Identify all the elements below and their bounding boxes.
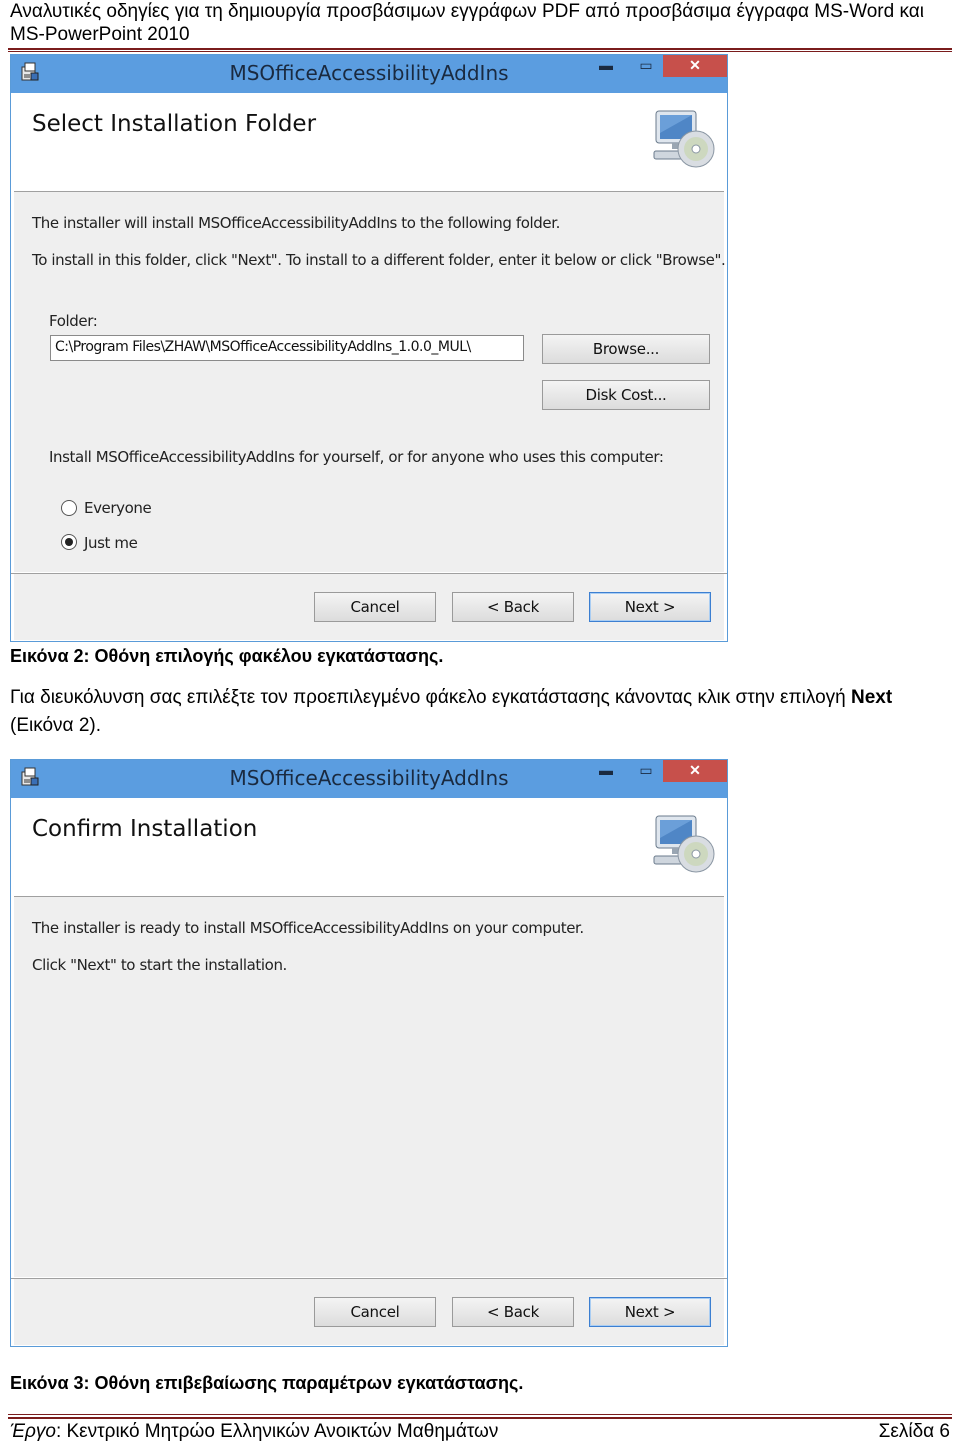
folder-input[interactable]: C:\Program Files\ZHAW\MSOfficeAccessibil… [50,335,524,361]
computer-cd-icon [653,110,715,168]
minimize-icon[interactable]: ▬ [591,760,621,782]
back-button[interactable]: < Back [452,592,574,622]
disk-cost-button[interactable]: Disk Cost... [542,380,710,410]
maximize-icon[interactable]: ▭ [631,760,661,782]
installer-dialog-confirm: MSOfficeAccessibilityAddIns ▬ ▭ ✕ Confir… [10,759,728,1347]
dialog-banner: Confirm Installation [14,798,724,897]
folder-label: Folder: [49,312,98,330]
minimize-icon[interactable]: ▬ [591,55,621,77]
info-line-2: Click "Next" to start the installation. [32,956,287,974]
installer-dialog-select-folder: MSOfficeAccessibilityAddIns ▬ ▭ ✕ Select… [10,54,728,642]
figure-caption-3: Εικόνα 3: Οθόνη επιβεβαίωσης παραμέτρων … [10,1373,524,1393]
info-line-2: To install in this folder, click "Next".… [32,251,726,269]
info-line-1: The installer is ready to install MSOffi… [32,919,584,937]
cancel-button[interactable]: Cancel [314,592,436,622]
maximize-icon[interactable]: ▭ [631,55,661,77]
header-rule [8,48,952,50]
page-number: Σελίδα 6 [878,1421,950,1442]
radio-everyone[interactable] [61,500,77,516]
dialog-banner: Select Installation Folder [14,93,724,192]
next-button[interactable]: Next > [589,592,711,622]
close-icon[interactable]: ✕ [663,55,727,77]
figure-caption-2: Εικόνα 2: Οθόνη επιλογής φακέλου εγκατάσ… [10,646,444,666]
next-button[interactable]: Next > [589,1297,711,1327]
back-button[interactable]: < Back [452,1297,574,1327]
dialog-body: The installer will install MSOfficeAcces… [14,192,726,572]
button-row: Cancel < Back Next > [14,574,724,640]
dialog-heading: Confirm Installation [32,816,258,842]
page-header: Αναλυτικές οδηγίες για τη δημιουργία προ… [10,1,924,45]
footer-rule-thick [8,1417,952,1419]
browse-button[interactable]: Browse... [542,334,710,364]
computer-cd-icon [653,815,715,873]
radio-just-me[interactable] [61,534,77,550]
paragraph-bold-next: Next [850,687,893,708]
header-rule-thin [8,51,952,52]
close-icon[interactable]: ✕ [663,760,727,782]
footer-rule [8,1414,952,1415]
footer-project-text: : Κεντρικό Μητρώο Ελληνικών Ανοικτών Μαθ… [55,1421,499,1442]
instruction-paragraph: Για διευκόλυνση σας επιλέξτε τον προεπιλ… [10,684,950,740]
paragraph-text: Για διευκόλυνση σας επιλέξτε τον προεπιλ… [10,687,851,708]
window-titlebar[interactable]: MSOfficeAccessibilityAddIns ▬ ▭ ✕ [11,760,727,798]
footer-project-label: Έργο [10,1421,56,1442]
install-scope-text: Install MSOfficeAccessibilityAddIns for … [49,448,664,466]
radio-just-me-label: Just me [84,534,138,552]
window-titlebar[interactable]: MSOfficeAccessibilityAddIns ▬ ▭ ✕ [11,55,727,93]
cancel-button[interactable]: Cancel [314,1297,436,1327]
dialog-body: The installer is ready to install MSOffi… [14,897,724,1277]
button-row: Cancel < Back Next > [14,1279,724,1345]
info-line-1: The installer will install MSOfficeAcces… [32,214,561,232]
dialog-heading: Select Installation Folder [32,111,317,137]
page-footer-project: Έργο: Κεντρικό Μητρώο Ελληνικών Ανοικτών… [10,1421,498,1443]
paragraph-tail: (Εικόνα 2). [10,715,101,736]
radio-everyone-label: Everyone [84,499,152,517]
